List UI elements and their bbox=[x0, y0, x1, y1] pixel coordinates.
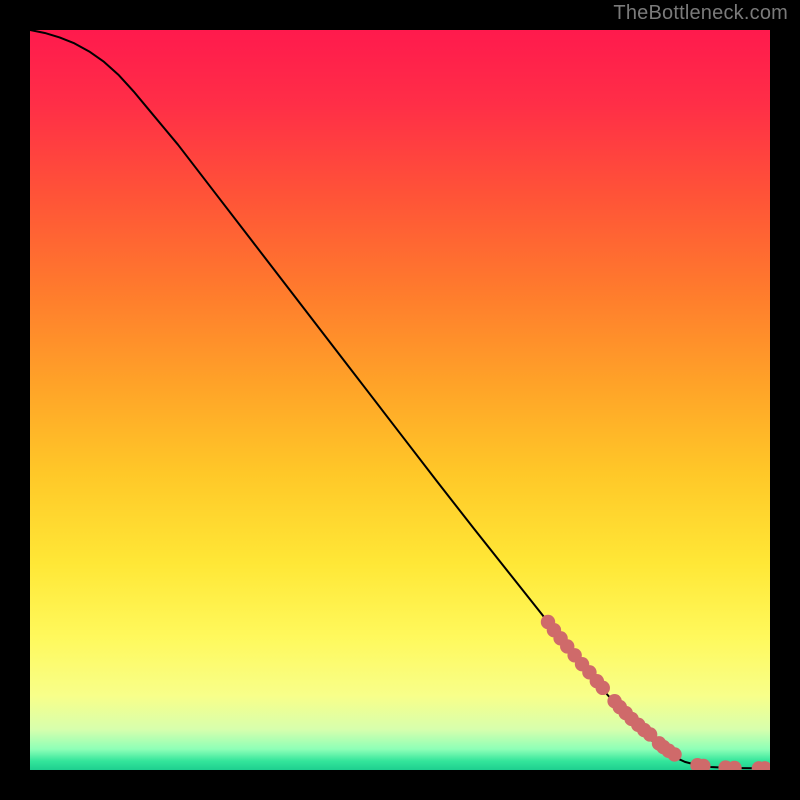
attribution-label: TheBottleneck.com bbox=[613, 2, 788, 25]
gradient-background bbox=[30, 30, 770, 770]
plot-svg bbox=[30, 30, 770, 770]
marker-point bbox=[667, 747, 681, 761]
marker-point bbox=[596, 681, 610, 695]
plot-area bbox=[30, 30, 770, 770]
chart-frame: TheBottleneck.com bbox=[0, 0, 800, 800]
